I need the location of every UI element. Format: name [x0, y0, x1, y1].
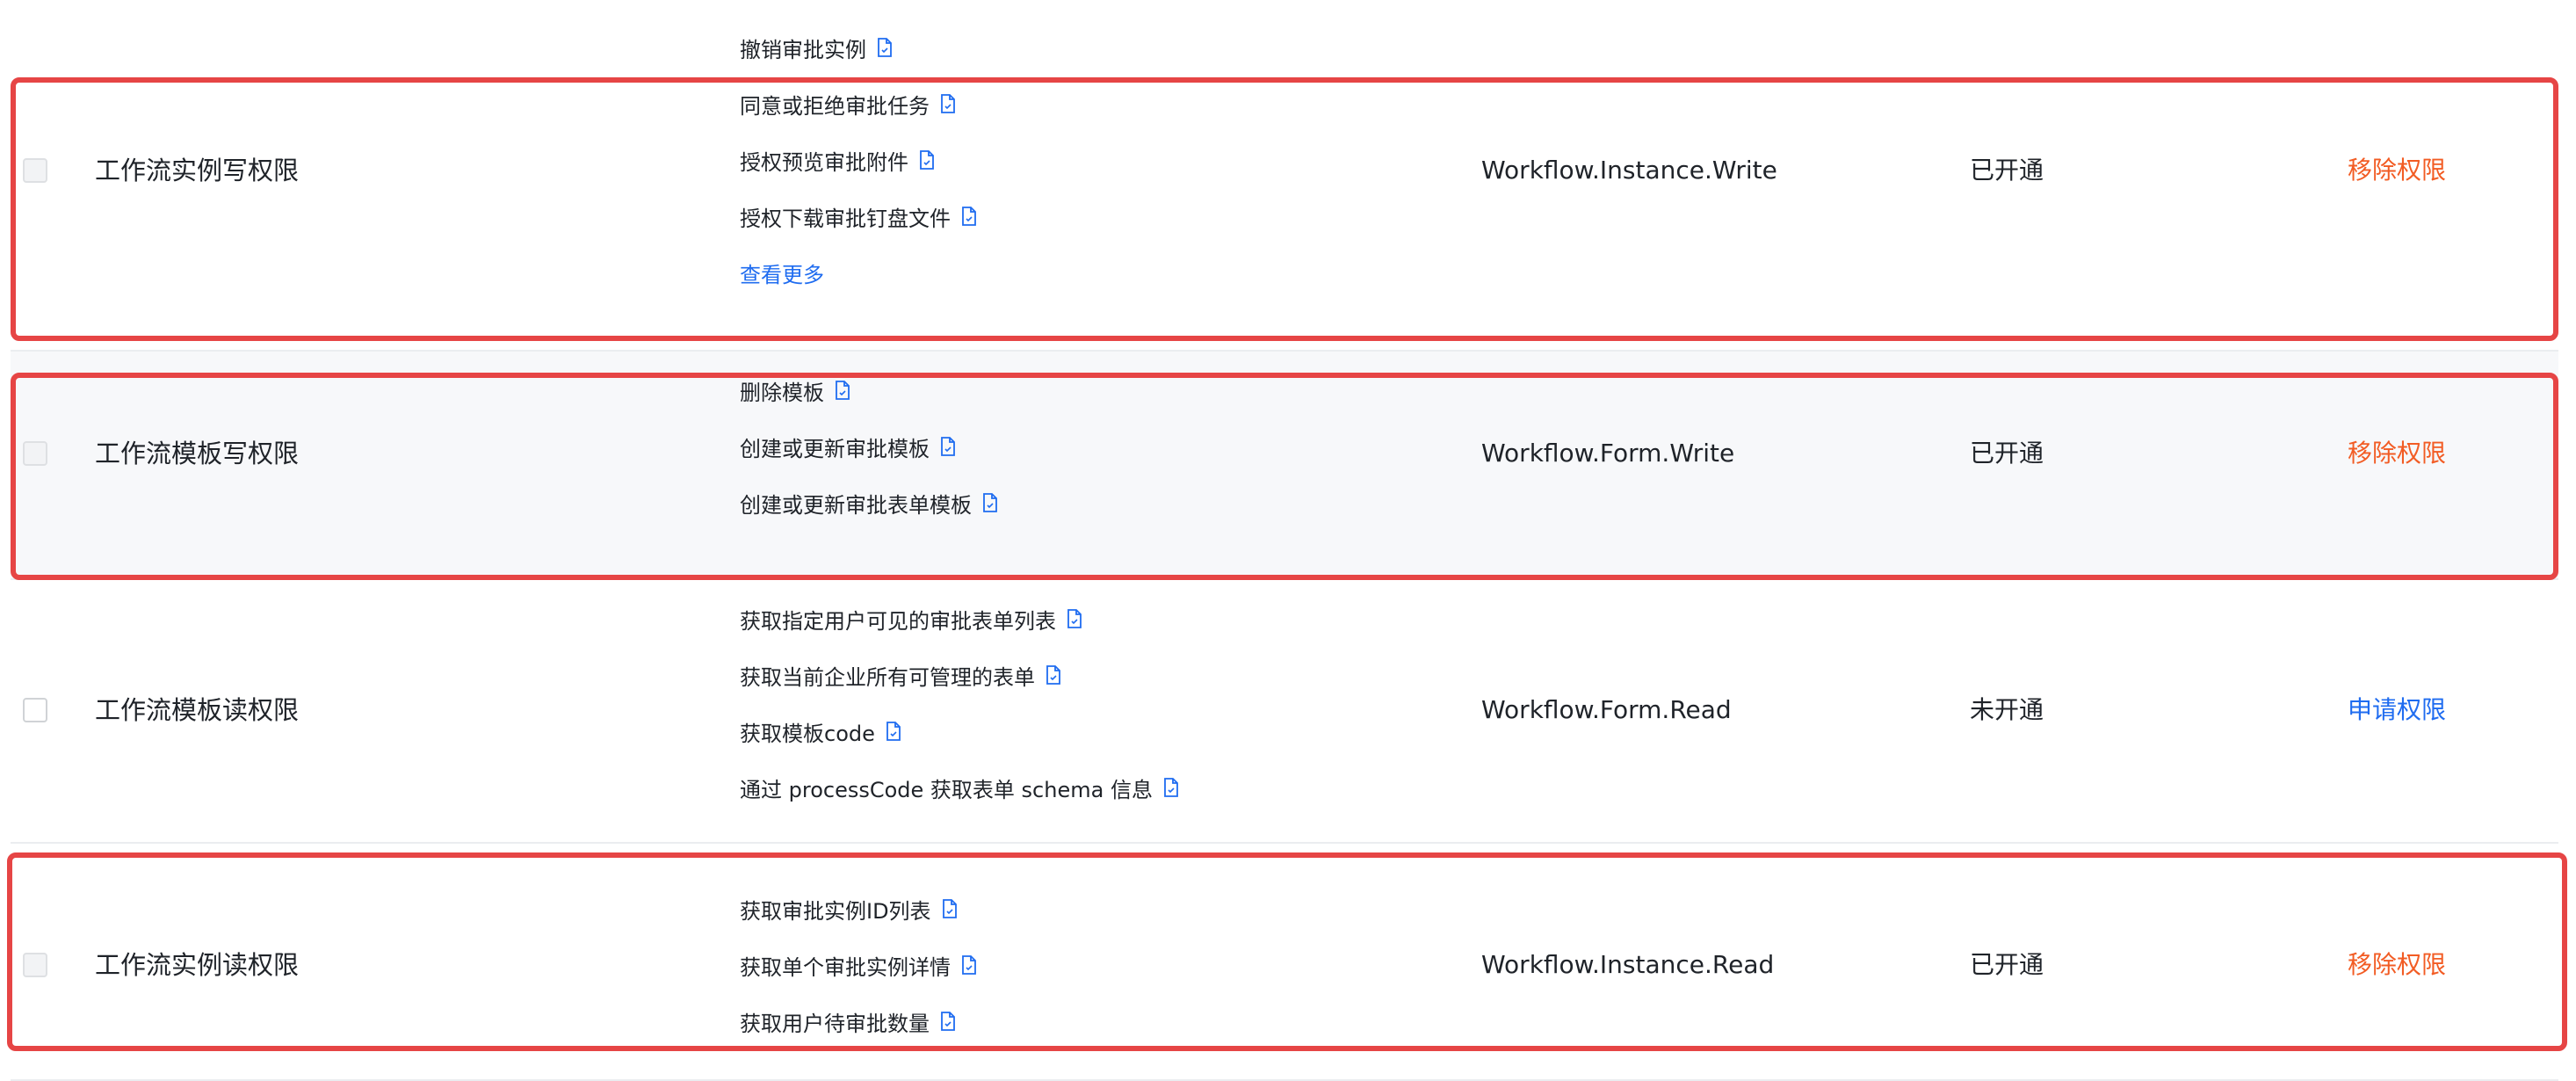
api-name: 授权预览审批附件 [740, 149, 908, 175]
api-name: 创建或更新审批表单模板 [740, 492, 972, 518]
document-icon[interactable] [1163, 778, 1179, 797]
list-item: 删除模板 [740, 362, 998, 418]
api-name: 获取模板code [740, 721, 875, 746]
document-icon[interactable] [886, 722, 901, 741]
apply-permission-button[interactable]: 申请权限 [2348, 693, 2446, 728]
remove-permission-button[interactable]: 移除权限 [2348, 947, 2446, 983]
permission-name: 工作流实例读权限 [95, 950, 300, 980]
permission-scope: Workflow.Instance.Read [1481, 950, 1775, 979]
api-list: 获取指定用户可见的审批表单列表 获取当前企业所有可管理的表单 获取模板code … [740, 591, 1179, 816]
status-label: 未开通 [1970, 695, 2044, 724]
table-row-form-read: 工作流模板读权限 获取指定用户可见的审批表单列表 获取当前企业所有可管理的表单 … [11, 580, 2558, 844]
list-item: 获取用户待审批数量 [740, 993, 977, 1049]
status-label: 已开通 [1970, 950, 2044, 979]
permissions-table: 工作流实例写权限 撤销审批实例 同意或拒绝审批任务 授权预览审批附件 授权下载审… [0, 0, 2576, 1081]
api-name: 授权下载审批钉盘文件 [740, 206, 951, 231]
list-item: 撤销审批实例 [740, 19, 977, 76]
document-icon[interactable] [1067, 609, 1082, 628]
permission-name: 工作流模板读权限 [95, 695, 300, 725]
table-row-form-write: 工作流模板写权限 删除模板 创建或更新审批模板 创建或更新审批表单模板 Work… [11, 352, 2558, 580]
list-item: 获取审批实例ID列表 [740, 881, 977, 937]
status-label: 已开通 [1970, 156, 2044, 185]
list-item: 创建或更新审批表单模板 [740, 475, 998, 531]
list-item: 获取指定用户可见的审批表单列表 [740, 591, 1179, 647]
api-name: 获取用户待审批数量 [740, 1011, 930, 1036]
remove-permission-button[interactable]: 移除权限 [2348, 153, 2446, 188]
list-item: 创建或更新审批模板 [740, 418, 998, 475]
api-name: 通过 processCode 获取表单 schema 信息 [740, 777, 1153, 802]
document-icon[interactable] [961, 955, 977, 975]
document-icon[interactable] [835, 381, 850, 400]
list-item: 同意或拒绝审批任务 [740, 76, 977, 132]
api-name: 创建或更新审批模板 [740, 436, 930, 461]
list-item: 获取单个审批实例详情 [740, 937, 977, 993]
document-icon[interactable] [877, 38, 893, 57]
api-name: 撤销审批实例 [740, 37, 866, 62]
view-more-link[interactable]: 查看更多 [740, 244, 977, 301]
api-name: 删除模板 [740, 380, 824, 405]
row-checkbox[interactable] [23, 953, 47, 977]
permission-scope: Workflow.Form.Write [1481, 439, 1735, 468]
list-item: 授权预览审批附件 [740, 132, 977, 188]
document-icon[interactable] [1046, 665, 1061, 685]
list-item: 通过 processCode 获取表单 schema 信息 [740, 759, 1179, 816]
row-checkbox[interactable] [23, 158, 47, 183]
list-item: 获取当前企业所有可管理的表单 [740, 647, 1179, 703]
table-row-instance-write: 工作流实例写权限 撤销审批实例 同意或拒绝审批任务 授权预览审批附件 授权下载审… [11, 0, 2558, 352]
permission-name: 工作流实例写权限 [95, 156, 300, 185]
document-icon[interactable] [961, 207, 977, 226]
row-checkbox[interactable] [23, 441, 47, 466]
list-item: 获取模板code [740, 703, 1179, 759]
status-label: 已开通 [1970, 439, 2044, 468]
api-list: 撤销审批实例 同意或拒绝审批任务 授权预览审批附件 授权下载审批钉盘文件 查看更… [740, 19, 977, 301]
document-icon[interactable] [940, 437, 956, 456]
permission-scope: Workflow.Instance.Write [1481, 156, 1777, 185]
api-name: 同意或拒绝审批任务 [740, 93, 930, 119]
document-icon[interactable] [982, 493, 998, 512]
document-icon[interactable] [942, 899, 958, 918]
api-name: 获取单个审批实例详情 [740, 954, 951, 980]
api-list: 获取审批实例ID列表 获取单个审批实例详情 获取用户待审批数量 [740, 881, 977, 1049]
document-icon[interactable] [919, 150, 935, 170]
list-item: 授权下载审批钉盘文件 [740, 188, 977, 244]
table-row-instance-read: 工作流实例读权限 获取审批实例ID列表 获取单个审批实例详情 获取用户待审批数量… [11, 844, 2558, 1081]
api-name: 获取当前企业所有可管理的表单 [740, 664, 1035, 690]
api-list: 删除模板 创建或更新审批模板 创建或更新审批表单模板 [740, 362, 998, 531]
remove-permission-button[interactable]: 移除权限 [2348, 436, 2446, 471]
document-icon[interactable] [940, 94, 956, 113]
document-icon[interactable] [940, 1012, 956, 1031]
api-name: 获取指定用户可见的审批表单列表 [740, 608, 1056, 634]
permission-scope: Workflow.Form.Read [1481, 695, 1732, 724]
row-checkbox[interactable] [23, 698, 47, 722]
permission-name: 工作流模板写权限 [95, 439, 300, 468]
api-name: 获取审批实例ID列表 [740, 898, 931, 924]
